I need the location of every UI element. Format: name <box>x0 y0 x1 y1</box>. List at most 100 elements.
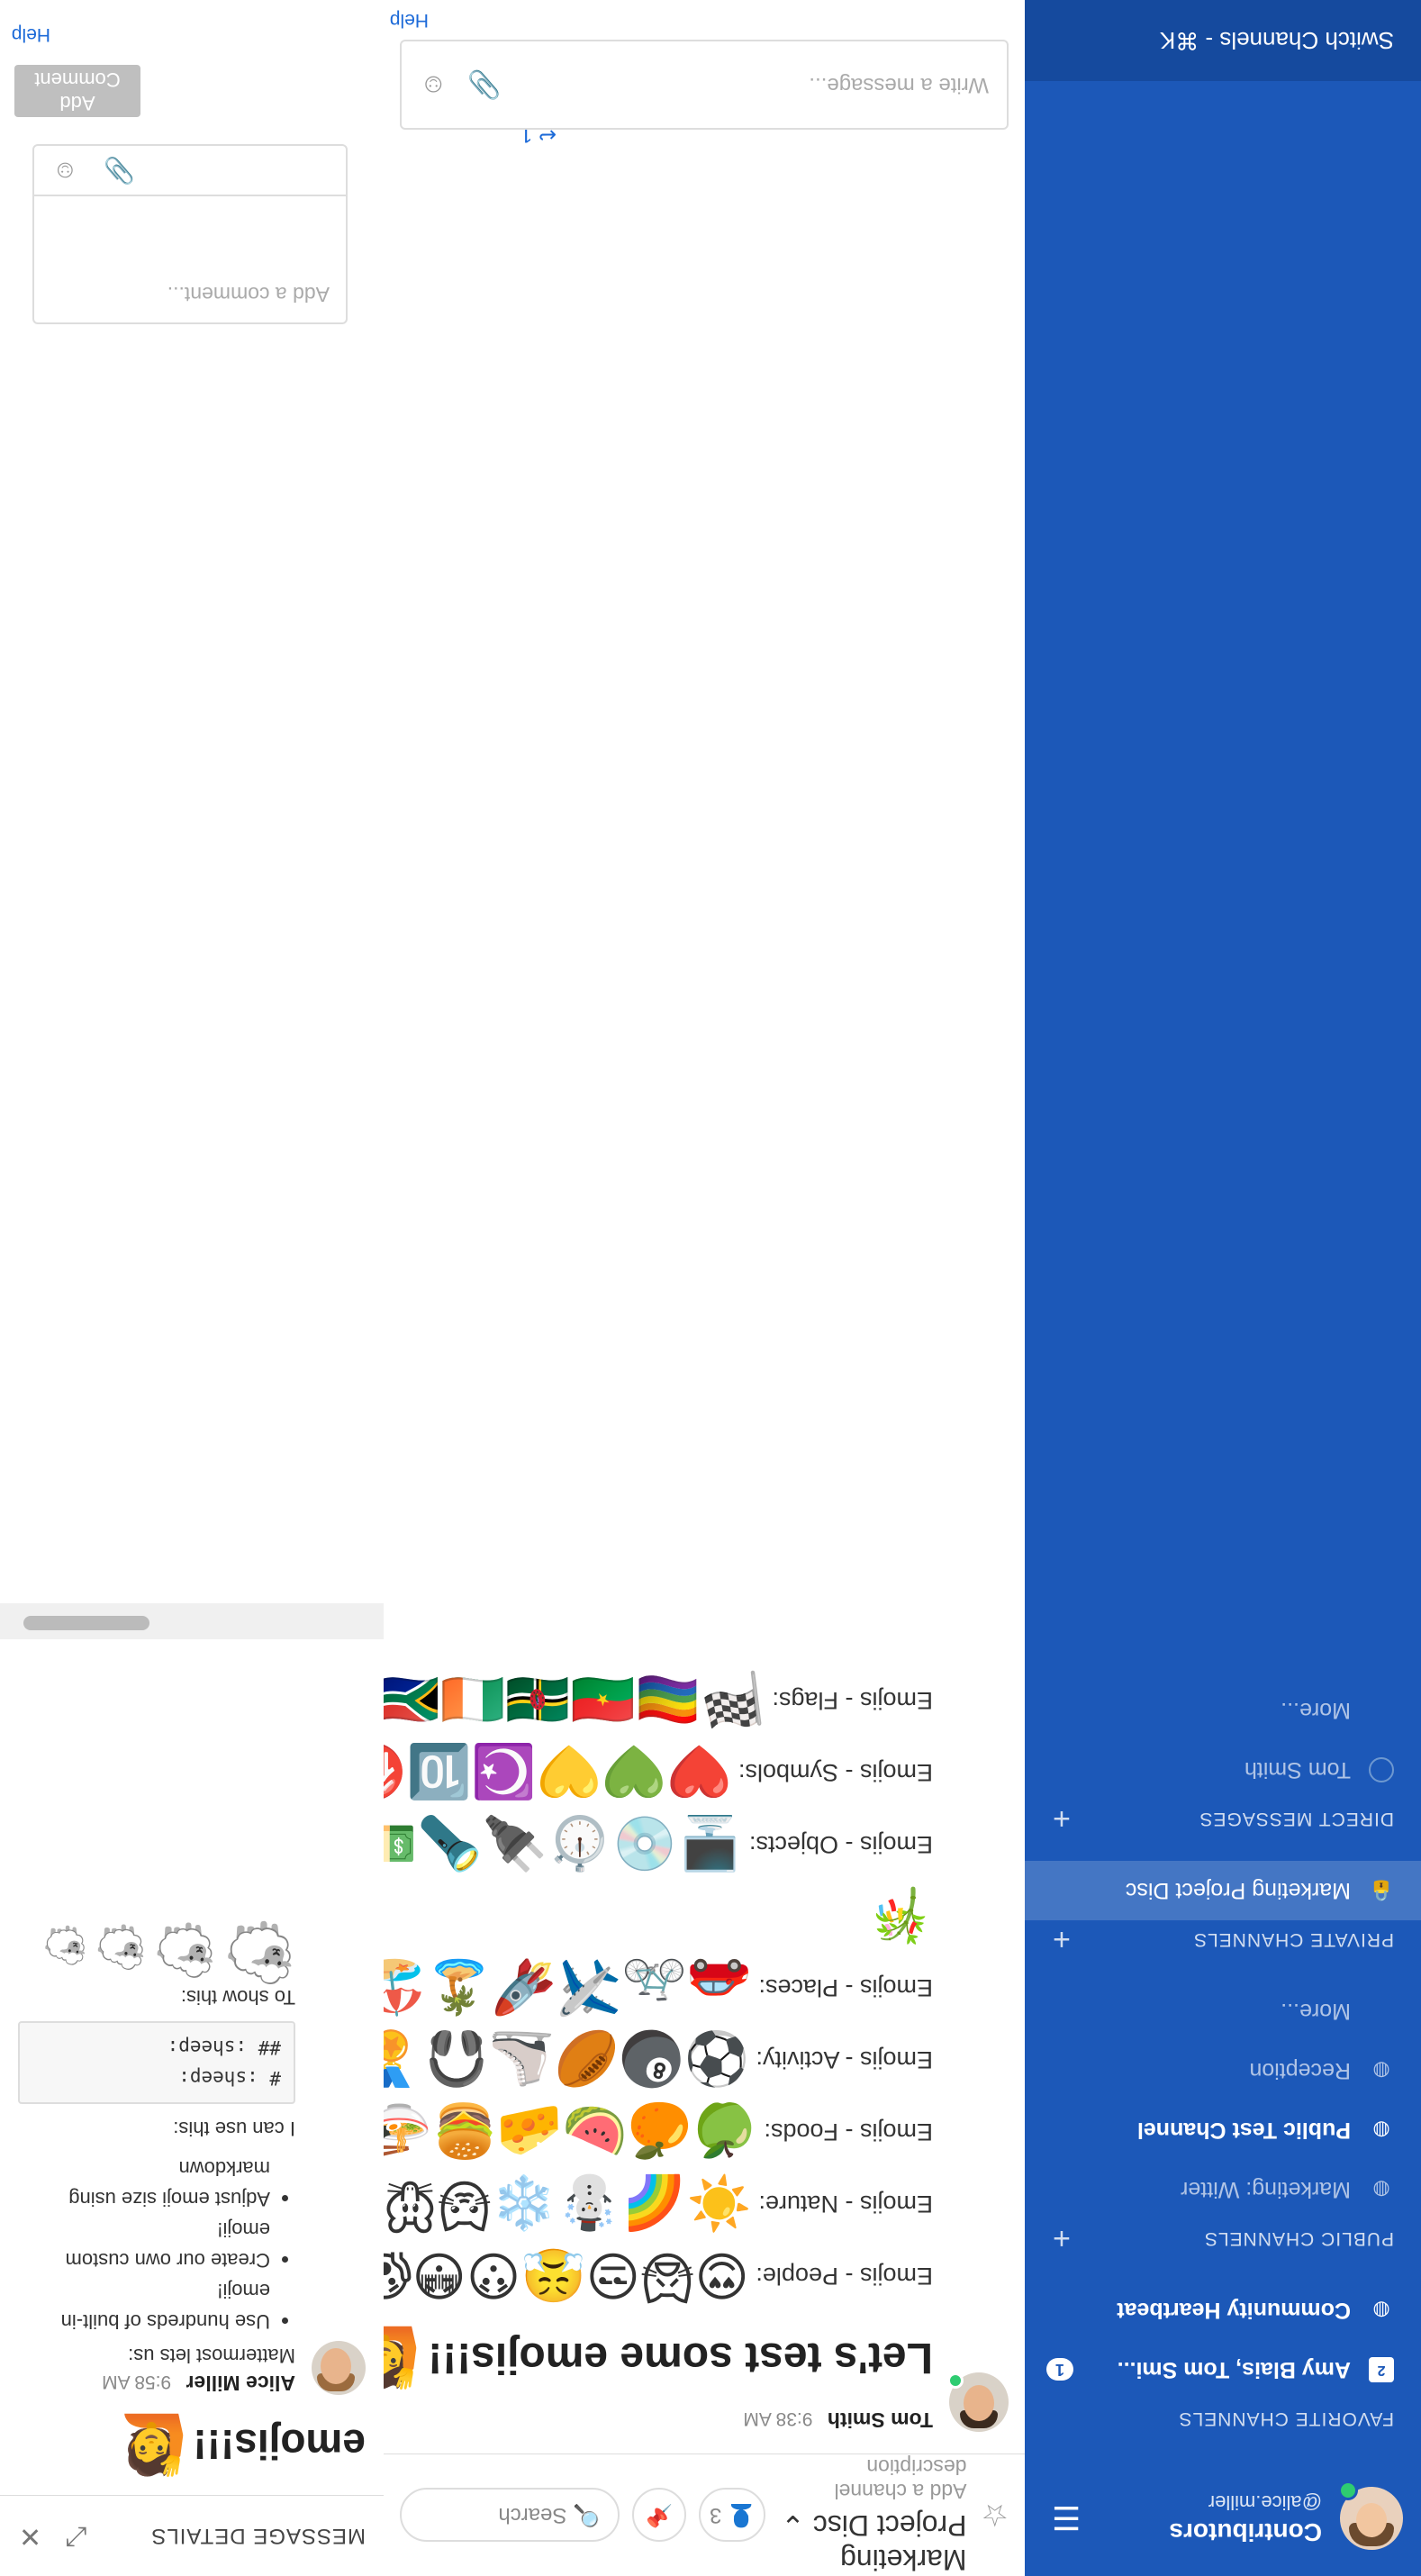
message-details-panel: MESSAGE DETAILS ⤢ ✕ emojis!!! 🙋 Alice Mil… <box>0 0 384 2576</box>
more-link: More... <box>1281 1999 1351 2025</box>
emoji-picker-icon[interactable]: ☺ <box>420 69 448 101</box>
reply-post: Alice Miller 9:58 AM Mattermost lets us:… <box>18 1916 366 2395</box>
search-input[interactable]: 🔍 Search <box>400 2488 620 2543</box>
sidebar-more-dm[interactable]: More... <box>1025 1681 1421 1740</box>
emoji-row-nature: Emojis - Nature: ☀️🌈☃️❄️🐱🐭🐷🐤🐔🌿🌵🌻🌺🌕🌙⭐ <box>384 2173 933 2233</box>
member-count-button[interactable]: 👤 3 <box>699 2488 765 2543</box>
person-gesturing-emoji: 🙋 <box>384 2324 421 2391</box>
message-placeholder: Write a message... <box>809 73 989 97</box>
bullet-item: Use hundreds of built-in emoji! <box>18 2275 270 2336</box>
emoji-row-symbols: Emojis - Symbols: ❤️💚💛☪️🔟🉐❗♻️✅🅿️🎵🕐 <box>384 1742 933 1800</box>
post: Tom Smith 9:38 AM Let's test some emojis… <box>384 1664 1025 2454</box>
menu-icon[interactable]: ☰ <box>1052 2499 1081 2536</box>
switch-channels-button[interactable]: Switch Channels - ⌘K <box>1025 0 1421 81</box>
sheep-emoji-row: 🐑🐑🐑🐑 <box>42 1920 295 1985</box>
sidebar-item-label: Public Test Channel <box>1136 2118 1351 2144</box>
away-status-icon <box>1369 1757 1394 1782</box>
help-link[interactable]: Help <box>12 23 50 45</box>
message-input[interactable]: Write a message... 📎 ☺ <box>400 40 1009 130</box>
sidebar-item-marketing-witter[interactable]: ◍ Marketing: Witter <box>1025 2160 1421 2219</box>
team-name: Contributors <box>1169 2518 1322 2546</box>
close-icon[interactable]: ✕ <box>18 2520 41 2552</box>
root-post-title: emojis!!! 🙋 <box>115 2413 366 2478</box>
reply-count-link[interactable]: ↩ 1 <box>520 130 557 148</box>
add-channel-icon[interactable]: + <box>1052 2221 1071 2256</box>
add-private-channel-icon[interactable]: + <box>1052 1922 1071 1957</box>
sidebar-item-label: Reception <box>1249 2058 1351 2084</box>
team-header[interactable]: Contributors @alice.miller ☰ <box>1025 2461 1421 2576</box>
bullet-item: Adjust emoji size using markdown <box>18 2153 270 2214</box>
globe-icon: ◍ <box>1372 2119 1390 2142</box>
public-channels: PUBLIC CHANNELS + ◍ Marketing: Witter ◍ … <box>1025 1982 1421 2257</box>
favorite-star-icon[interactable]: ☆ <box>982 2498 1009 2534</box>
emoji-row-foods: Emojis - Foods: 🍏🍊🍉🧀🍔🍜🍿🥗🍕🍩🍷🥐 <box>384 2101 933 2161</box>
favorite-channels: FAVORITE CHANNELS 2 Amy Blais, Tom Smi..… <box>1025 2281 1421 2437</box>
sidebar-item-label: Marketing: Witter <box>1181 2177 1351 2203</box>
app-screen: Contributors @alice.miller ☰ FAVORITE CH… <box>0 0 1421 2576</box>
emoji-row-people: Emojis - People: 😍🙀😒😤😯😳😱😭😁😆😓😅🤣😂🙄☺️😊😇😄😗😐😉 <box>384 2245 933 2305</box>
message-list: Tom Smith 9:38 AM Let's test some emojis… <box>384 130 1025 2454</box>
rhs-title: MESSAGE DETAILS <box>150 2524 366 2549</box>
section-title: DIRECT MESSAGES <box>1199 1809 1395 1829</box>
section-title: PRIVATE CHANNELS <box>1193 1929 1394 1950</box>
channel-header: ☆ Marketing Project Disc ⌄ Add a channel… <box>384 2454 1025 2576</box>
post-author[interactable]: Tom Smith <box>828 2408 933 2432</box>
lock-icon: 🔒 <box>1369 1880 1394 1902</box>
emoji-picker-icon[interactable]: ☺ <box>52 155 78 186</box>
channel-name[interactable]: Marketing Project Disc ⌄ <box>765 2508 966 2576</box>
section-title: PUBLIC CHANNELS <box>1203 2228 1394 2249</box>
post-headline: Let's test some emojis!!!🙋 <box>384 2324 933 2391</box>
sidebar-item-public-test-channel[interactable]: ◍ Public Test Channel <box>1025 2100 1421 2160</box>
sidebar-item-reception[interactable]: ◍ Reception <box>1025 2041 1421 2100</box>
sidebar-item-label: Community Heartbeat <box>1117 2298 1351 2324</box>
help-link[interactable]: Help <box>390 9 429 31</box>
add-comment-button[interactable]: Add Comment <box>14 65 140 117</box>
group-message-icon: 2 <box>1369 2357 1394 2382</box>
emoji-row-flags: Emojis - Flags: 🏁🏳️‍🌈🇧🇫🇩🇲🇮🇪🇿🇦🇦🇺🇺🇸🇦🇷🇲🇽🇳🇱 <box>384 1670 933 1729</box>
switch-channels-label: Switch Channels - ⌘K <box>1159 27 1394 55</box>
channel-description[interactable]: Add a channel description <box>765 2454 966 2503</box>
emoji-row-objects: Emojis - Objects: 🖥️💿⏱️🔌🔦💵⛏️🔑🚪🎉📅📪🧽 <box>384 1813 933 1873</box>
online-status-icon <box>947 2372 964 2389</box>
direct-messages: DIRECT MESSAGES + Tom Smith More... <box>1025 1681 1421 1837</box>
post-time[interactable]: 9:38 AM <box>743 2408 812 2429</box>
rhs-header: MESSAGE DETAILS ⤢ ✕ <box>0 2495 384 2576</box>
sidebar: Contributors @alice.miller ☰ FAVORITE CH… <box>1025 0 1421 2576</box>
sidebar-item-marketing-project[interactable]: 🔒 Marketing Project Disc <box>1025 1861 1421 1920</box>
globe-icon: ◍ <box>1372 2299 1390 2322</box>
globe-icon: ◍ <box>1372 2179 1390 2201</box>
globe-icon: ◍ <box>1372 2060 1390 2082</box>
center-channel: ☆ Marketing Project Disc ⌄ Add a channel… <box>383 0 1025 2576</box>
post-author[interactable]: Alice Miller <box>186 2372 295 2395</box>
sidebar-item-label: Tom Smith <box>1244 1757 1351 1783</box>
sidebar-item-label: Amy Blais, Tom Smi... <box>1117 2357 1351 2383</box>
sidebar-more-public[interactable]: More... <box>1025 1982 1421 2041</box>
reply-text: Mattermost lets us: Use hundreds of buil… <box>18 1916 295 2371</box>
online-status-icon <box>1338 2481 1358 2500</box>
person-gesturing-emoji: 🙋 <box>115 2413 188 2478</box>
root-post: emojis!!! 🙋 Alice Miller 9:58 AM Mattermo… <box>0 1900 384 2495</box>
bullet-item: Create our own custom emoji! <box>18 2214 270 2275</box>
section-title: FAVORITE CHANNELS <box>1178 2408 1395 2429</box>
expand-icon[interactable]: ⤢ <box>65 2520 87 2552</box>
attachment-icon[interactable]: 📎 <box>467 69 501 101</box>
emoji-row-extra: 🎋 <box>867 1885 933 1945</box>
sidebar-item-label: Marketing Project Disc <box>1125 1878 1351 1904</box>
post-time[interactable]: 9:58 AM <box>102 2372 171 2392</box>
more-link: More... <box>1281 1698 1351 1724</box>
sidebar-item-group-dm[interactable]: 2 Amy Blais, Tom Smi... 1 <box>1025 2340 1421 2399</box>
emoji-row-places: Emojis - Places: 🚗🚲✈️🚀🏝️🏖️⛺🏰🏠🏥🌅🚲🗽 <box>384 1957 933 2017</box>
sidebar-item-community-heartbeat[interactable]: ◍ Community Heartbeat <box>1025 2281 1421 2340</box>
unread-badge: 1 <box>1046 2358 1074 2381</box>
pin-icon[interactable]: 📌 <box>632 2488 686 2543</box>
emoji-row-activity: Emojis - Activity: ⚽🎱🏉⛸️🎧🏅🎸🎮🎲🎬🎨🎭🎪 <box>384 2029 933 2089</box>
comment-input[interactable]: Add a comment... 📎 ☺ <box>32 144 348 324</box>
add-dm-icon[interactable]: + <box>1052 1801 1071 1837</box>
sidebar-item-tom-smith[interactable]: Tom Smith <box>1025 1740 1421 1800</box>
avatar[interactable] <box>312 2341 366 2395</box>
attachment-icon[interactable]: 📎 <box>104 155 135 186</box>
horizontal-scrollbar[interactable] <box>0 1603 384 1639</box>
username: @alice.miller <box>1208 2491 1322 2514</box>
code-block: # :sheep: ## :sheep: <box>18 2021 295 2104</box>
private-channels: PRIVATE CHANNELS + 🔒 Marketing Project D… <box>1025 1861 1421 1958</box>
